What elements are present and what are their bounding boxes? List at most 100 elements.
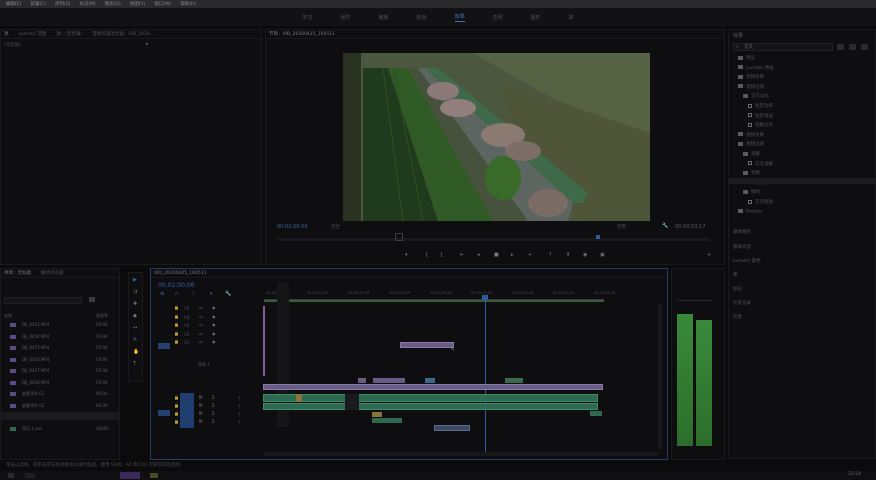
premiere-taskbar-icon[interactable] bbox=[120, 472, 140, 479]
clip-a3-music-1[interactable] bbox=[372, 412, 382, 417]
tab-media-browser[interactable]: 媒体浏览器 bbox=[41, 270, 64, 276]
column-frame-rate[interactable]: 帧速率 bbox=[96, 313, 108, 319]
menu-window[interactable]: 窗口(W) bbox=[154, 1, 171, 7]
mute-icon[interactable]: M bbox=[199, 420, 202, 424]
menu-help[interactable]: 帮助(H) bbox=[180, 1, 196, 7]
voice-over-mic-icon[interactable]: ♪ bbox=[238, 412, 241, 416]
project-item-name[interactable]: 音乐 1.aac bbox=[22, 426, 42, 432]
menu-clip[interactable]: 剪辑(C) bbox=[30, 1, 46, 7]
clip-a1-audio[interactable] bbox=[263, 394, 598, 402]
workspace-tab-effects[interactable]: 效果 bbox=[454, 13, 465, 22]
type-tool-icon[interactable]: T bbox=[133, 362, 136, 367]
workspace-tab-assembly[interactable]: 组件 bbox=[340, 14, 350, 21]
effects-folder-item[interactable]: 溶解 bbox=[743, 151, 760, 157]
selection-tool-icon[interactable]: ▶ bbox=[133, 278, 137, 283]
clip-v1-main[interactable] bbox=[263, 384, 603, 390]
mute-icon[interactable]: M bbox=[199, 412, 202, 416]
go-to-out-icon[interactable]: ⇥ bbox=[527, 253, 531, 258]
effects-folder-item[interactable]: 音频过渡 bbox=[738, 84, 764, 90]
program-quality-dropdown[interactable]: 完整 bbox=[617, 224, 626, 230]
effects-search-input[interactable]: ⌕ 交叉 bbox=[733, 43, 833, 51]
stop-icon[interactable]: ■ bbox=[494, 253, 499, 258]
tab-source-clip[interactable]: 源：(无剪辑) bbox=[56, 31, 82, 37]
menu-view[interactable]: 视图(V) bbox=[130, 1, 146, 7]
clip-v2-small-3[interactable] bbox=[425, 378, 435, 383]
clip-a2-audio[interactable] bbox=[263, 403, 598, 410]
menu-graphics[interactable]: 图形(G) bbox=[105, 1, 121, 7]
start-icon[interactable] bbox=[8, 473, 14, 478]
timeline-horizontal-scrollbar[interactable] bbox=[264, 452, 658, 456]
program-current-time[interactable]: 00;02;00;06 bbox=[277, 224, 308, 230]
wrench-icon[interactable]: 🔧 bbox=[662, 223, 668, 229]
menu-sequence[interactable]: 序列(S) bbox=[55, 1, 70, 7]
voice-over-mic-icon[interactable]: ♪ bbox=[238, 396, 241, 400]
toggle-output-eye-icon[interactable]: ◉ bbox=[212, 306, 216, 310]
add-marker-icon[interactable]: ▾ bbox=[210, 292, 213, 297]
workspace-tab-audio[interactable]: 音频 bbox=[493, 14, 503, 21]
taskbar-app-icon[interactable] bbox=[25, 473, 35, 478]
solo-icon[interactable]: S bbox=[212, 404, 215, 408]
project-item-name[interactable]: DJI_0453.MP4 bbox=[22, 322, 49, 327]
timeline-playhead[interactable] bbox=[485, 296, 486, 452]
ripple-edit-tool-icon[interactable]: ✚ bbox=[133, 302, 137, 307]
clip-v2-small-2[interactable] bbox=[373, 378, 405, 383]
project-item-name[interactable]: DJI_0456.MP4 bbox=[22, 357, 49, 362]
workspace-tab-libraries[interactable]: 库 bbox=[569, 14, 574, 21]
extract-icon[interactable]: ⇞ bbox=[566, 253, 570, 258]
panel-menu-icon[interactable]: ▸ bbox=[146, 41, 149, 47]
step-back-icon[interactable]: ◂ bbox=[477, 253, 480, 258]
program-in-marker[interactable] bbox=[395, 233, 403, 241]
timeline-playhead-handle[interactable] bbox=[482, 295, 488, 300]
solo-icon[interactable]: S bbox=[212, 396, 215, 400]
mute-icon[interactable]: M bbox=[199, 404, 202, 408]
camera-icon[interactable]: ◉ bbox=[583, 253, 587, 258]
effects-folder-item[interactable]: Presets bbox=[738, 208, 762, 214]
sync-lock-icon[interactable]: ▭ bbox=[199, 314, 203, 319]
program-fit-dropdown[interactable]: 适合 bbox=[331, 224, 340, 230]
track-lock-icon[interactable]: 🔒 bbox=[174, 314, 179, 319]
effects-preset-item[interactable]: 恒定增益 bbox=[748, 113, 773, 119]
toggle-output-eye-icon[interactable]: ◉ bbox=[212, 340, 216, 344]
section-info[interactable]: 信息 bbox=[733, 314, 742, 320]
section-history[interactable]: 历史记录 bbox=[733, 300, 751, 306]
effects-folder-item[interactable]: 视频效果 bbox=[738, 132, 764, 138]
solo-icon[interactable]: S bbox=[212, 420, 215, 424]
sync-lock-icon[interactable]: ▭ bbox=[199, 306, 203, 310]
program-video-frame[interactable] bbox=[343, 53, 650, 221]
menu-edit[interactable]: 编辑(E) bbox=[6, 1, 21, 7]
clip-v2-small-1[interactable] bbox=[358, 378, 366, 383]
effects-folder-item[interactable]: 交叉淡化 bbox=[743, 93, 769, 99]
program-scrub-bar[interactable] bbox=[278, 238, 710, 241]
track-lock-icon[interactable]: 🔒 bbox=[174, 404, 179, 408]
solo-icon[interactable]: S bbox=[212, 412, 215, 416]
track-lock-icon[interactable]: 🔒 bbox=[174, 396, 179, 400]
project-item-name[interactable]: 嵌套序列 02 bbox=[22, 403, 44, 409]
effects-preset-item[interactable]: 交叉溶解 bbox=[748, 161, 773, 167]
add-button-icon[interactable]: + bbox=[707, 253, 711, 258]
snap-icon[interactable]: ∩ bbox=[175, 292, 179, 297]
accelerated-effects-icon[interactable] bbox=[837, 44, 844, 50]
timeline-work-area-bar[interactable] bbox=[264, 300, 604, 302]
section-markers[interactable]: 标记 bbox=[733, 286, 742, 292]
clip-a3-music-3[interactable] bbox=[590, 411, 602, 416]
marker-icon[interactable]: ▾ bbox=[405, 253, 408, 258]
track-lock-icon[interactable]: 🔒 bbox=[174, 420, 179, 424]
effects-folder-item[interactable]: 划像 bbox=[743, 170, 760, 176]
razor-tool-icon[interactable]: ◆ bbox=[133, 314, 137, 319]
compare-icon[interactable]: ▣ bbox=[600, 253, 605, 258]
tab-source[interactable]: 源 bbox=[4, 31, 9, 37]
clip-v2-small-4[interactable] bbox=[505, 378, 523, 383]
effects-folder-item[interactable]: 预设 bbox=[738, 55, 755, 61]
project-item-name[interactable]: DJI_0455.MP4 bbox=[22, 345, 49, 350]
linked-selection-icon[interactable]: ⌇ bbox=[192, 292, 194, 297]
track-lock-icon[interactable]: 🔒 bbox=[174, 306, 179, 310]
effects-preset-item[interactable]: 交叉缩放 bbox=[748, 199, 773, 205]
effects-preset-item[interactable]: 指数淡化 bbox=[748, 122, 773, 128]
voice-over-mic-icon[interactable]: ♪ bbox=[238, 404, 241, 408]
hand-tool-icon[interactable]: ✋ bbox=[133, 350, 139, 355]
effects-folder-item[interactable]: 音频效果 bbox=[738, 74, 764, 80]
toggle-output-eye-icon[interactable]: ◉ bbox=[212, 323, 216, 327]
tab-project[interactable]: 项目：无标题 bbox=[4, 270, 31, 276]
go-to-in-icon[interactable]: ⇤ bbox=[460, 253, 464, 258]
clip-a3-music-2[interactable] bbox=[372, 418, 402, 423]
